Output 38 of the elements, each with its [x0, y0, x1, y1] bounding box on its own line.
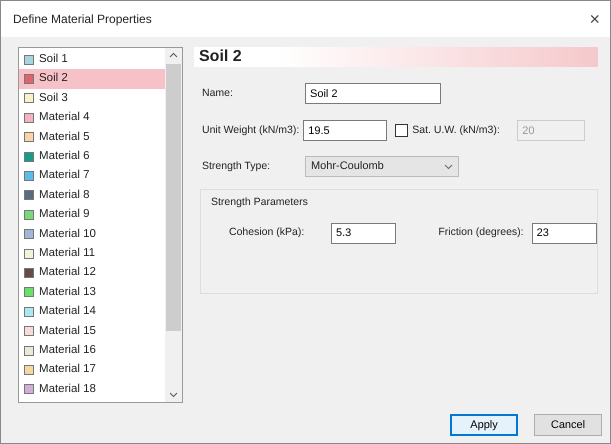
material-list-item[interactable]: Material 10: [19, 224, 165, 244]
material-list-item[interactable]: Soil 2: [19, 69, 165, 89]
close-button[interactable]: ×: [587, 10, 602, 28]
window-title: Define Material Properties: [13, 11, 152, 28]
scroll-thumb[interactable]: [166, 64, 181, 331]
material-list-item[interactable]: Material 4: [19, 108, 165, 128]
dialog-button[interactable]: Cancel: [534, 414, 602, 436]
cohesion-field[interactable]: 5.3: [331, 222, 396, 244]
dialog-button[interactable]: Apply: [450, 414, 518, 436]
material-list-item[interactable]: Material 7: [19, 166, 165, 186]
friction-field[interactable]: 23: [532, 222, 597, 244]
name-field[interactable]: Soil 2: [305, 83, 441, 104]
unit-weight-field[interactable]: 19.5: [303, 120, 388, 141]
strength-type-dropdown[interactable]: Mohr-Coulomb: [305, 156, 459, 177]
material-list-item[interactable]: Material 12: [19, 263, 165, 283]
scrollbar[interactable]: [165, 48, 182, 402]
group-title: Strength Parameters: [211, 196, 308, 208]
material-list-item[interactable]: Material 8: [19, 186, 165, 206]
checkbox-label: Sat. U.W. (kN/m3):: [412, 122, 501, 138]
field-label: Name:: [202, 86, 234, 101]
chevron-down-icon: [444, 164, 453, 170]
field-label: Strength Type:: [202, 158, 272, 174]
material-list-item[interactable]: Material 17: [19, 360, 165, 380]
material-list-item[interactable]: Material 15: [19, 321, 165, 341]
material-list-item[interactable]: Soil 3: [19, 88, 165, 108]
field-label: Unit Weight (kN/m3):: [202, 122, 300, 138]
material-list-item[interactable]: Material 6: [19, 146, 165, 166]
material-list-item[interactable]: Material 14: [19, 302, 165, 322]
field-label: Cohesion (kPa):: [229, 225, 306, 240]
material-heading: Soil 2: [194, 47, 598, 67]
material-list-item[interactable]: Soil 1: [19, 50, 165, 70]
field-label: Friction (degrees):: [438, 225, 524, 240]
material-list-item[interactable]: Material 9: [19, 205, 165, 225]
material-list-item[interactable]: Material 13: [19, 282, 165, 302]
material-list-item[interactable]: Material 16: [19, 340, 165, 360]
material-list-item[interactable]: Material 11: [19, 244, 165, 264]
material-list-item[interactable]: Material 5: [19, 128, 165, 147]
material-list-item[interactable]: Material 18: [19, 380, 165, 400]
